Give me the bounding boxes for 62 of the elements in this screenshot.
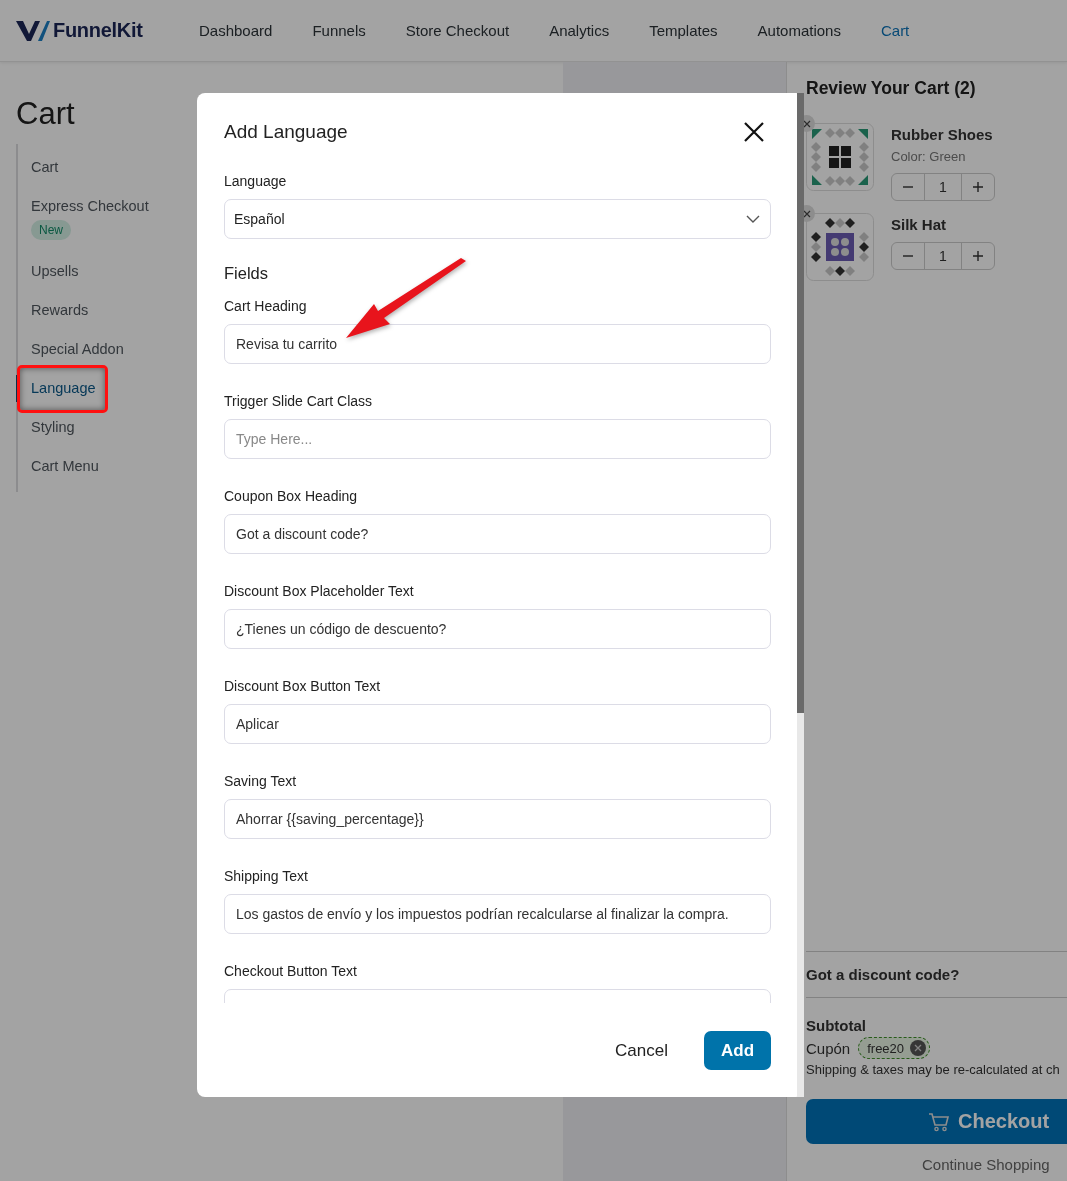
product-name: Rubber Shoes [891,126,994,143]
logo-text: FunnelKit [53,19,143,42]
discount-heading[interactable]: Got a discount code? [806,951,1067,998]
field-label: Shipping Text [224,868,309,885]
product-name: Silk Hat [891,216,948,233]
field-label: Checkout Button Text [224,963,358,980]
nav-link[interactable]: Automations [757,22,841,39]
field-label: Coupon Box Heading [224,488,359,505]
text-field[interactable]: Revisa tu carrito [224,324,771,364]
text-field[interactable]: Aplicar [224,704,771,744]
language-dropdown[interactable]: Español [224,199,771,239]
section-heading: Fields [224,263,269,283]
new-badge: New [31,220,71,240]
logo-icon [16,19,50,42]
product-thumbnail [806,213,874,281]
scrollbar[interactable] [797,93,804,1097]
text-field[interactable]: ¿Tienes un código de descuento? [224,609,771,649]
nav-link[interactable]: Analytics [549,22,610,39]
text-field[interactable]: Ahorrar {{saving_percentage}} [224,799,771,839]
field-label: Language [224,173,288,190]
nav-link[interactable]: Dashboard [199,22,273,39]
checkout-button[interactable]: Checkout [806,1099,1067,1144]
add-button[interactable]: Add [704,1031,771,1070]
shipping-note: Shipping & taxes may be re-calculated at ch [806,1062,1061,1077]
nav-link[interactable]: Funnels [312,22,366,39]
nav-link[interactable]: Store Checkout [405,22,510,39]
field-label: Cart Heading [224,298,308,315]
field-label: Trigger Slide Cart Class [224,393,374,410]
dialog-title: Add Language [224,121,348,143]
sidebar-item[interactable]: Language [31,380,96,396]
sidebar-item[interactable]: Upsells [31,263,79,279]
quantity-value: 1 [924,174,962,200]
sidebar-item[interactable]: Express Checkout [31,198,149,214]
close-button[interactable] [743,121,765,143]
product-variant: Color: Green [891,149,967,164]
sidebar-item[interactable]: Special Addon [31,341,124,357]
nav-link[interactable]: Templates [649,22,718,39]
sidebar-item[interactable]: Cart Menu [31,458,99,474]
field-label: Saving Text [224,773,298,790]
text-field[interactable]: Got a discount code? [224,514,771,554]
quantity-stepper[interactable]: 1 [891,242,995,270]
field-label: Discount Box Placeholder Text [224,583,415,600]
subtotal-label: Subtotal [806,1017,867,1034]
quantity-value: 1 [924,243,962,269]
text-field[interactable]: Type Here... [224,419,771,459]
sidebar-item[interactable]: Cart [31,159,59,175]
cart-icon [928,1111,950,1132]
remove-coupon-icon[interactable] [910,1040,927,1056]
page-title: Cart [16,96,75,132]
chevron-down-icon [746,215,760,223]
quantity-stepper[interactable]: 1 [891,173,995,201]
cart-title: Review Your Cart (2) [806,78,977,99]
coupon-chip: free20 [858,1037,931,1059]
nav-link[interactable]: Cart [880,22,910,39]
sidebar-item[interactable]: Rewards [31,302,89,318]
product-thumbnail [806,123,874,191]
text-field[interactable]: Los gastos de envío y los impuestos podrían recalcularse al finalizar la compra. [224,894,771,934]
cancel-button[interactable]: Cancel [615,1040,668,1061]
continue-shopping-link[interactable]: Continue Shopping [922,1156,1067,1173]
field-label: Discount Box Button Text [224,678,382,695]
sidebar-item[interactable]: Styling [31,419,75,435]
coupon-label: Cupón [806,1039,851,1057]
